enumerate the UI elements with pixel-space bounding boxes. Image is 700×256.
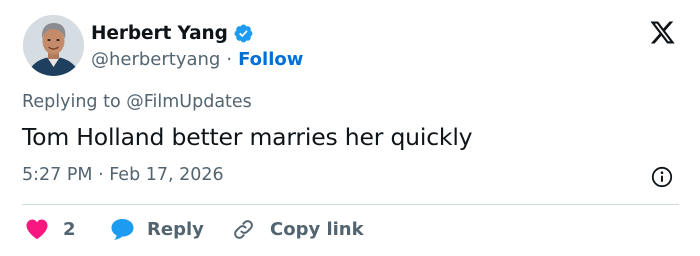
- verified-badge-icon: [233, 23, 254, 44]
- author-name-row: Herbert Yang: [91, 20, 254, 46]
- reply-label: Reply: [147, 218, 204, 240]
- like-count: 2: [63, 218, 76, 240]
- copy-link-button[interactable]: Copy link: [231, 212, 364, 246]
- replying-to-line: Replying to @FilmUpdates: [22, 92, 252, 112]
- handle-separator: ·: [226, 48, 233, 70]
- heart-icon: [25, 218, 49, 240]
- x-logo-icon[interactable]: [649, 19, 676, 46]
- info-icon[interactable]: [651, 166, 673, 188]
- avatar[interactable]: [23, 15, 84, 76]
- tweet-actions-bar: 2 Reply Copy link: [0, 212, 700, 246]
- tweet-text: Tom Holland better marries her quickly: [22, 123, 473, 151]
- author-handle-row: @herbertyang · Follow: [91, 47, 303, 71]
- reply-button[interactable]: Reply: [110, 212, 204, 246]
- like-button[interactable]: 2: [25, 212, 76, 246]
- author-display-name[interactable]: Herbert Yang: [91, 23, 228, 44]
- author-handle[interactable]: @herbertyang: [91, 49, 220, 70]
- tweet-timestamp[interactable]: 5:27 PM · Feb 17, 2026: [22, 165, 224, 185]
- follow-button[interactable]: Follow: [238, 49, 303, 70]
- copy-link-label: Copy link: [270, 218, 364, 240]
- divider: [22, 204, 679, 205]
- embedded-tweet-card: Herbert Yang @herbertyang · Follow Reply…: [0, 0, 700, 256]
- replying-to-prefix: Replying to: [22, 92, 127, 112]
- replying-to-handle[interactable]: @FilmUpdates: [126, 92, 252, 112]
- link-icon: [231, 217, 256, 242]
- speech-bubble-icon: [110, 217, 135, 241]
